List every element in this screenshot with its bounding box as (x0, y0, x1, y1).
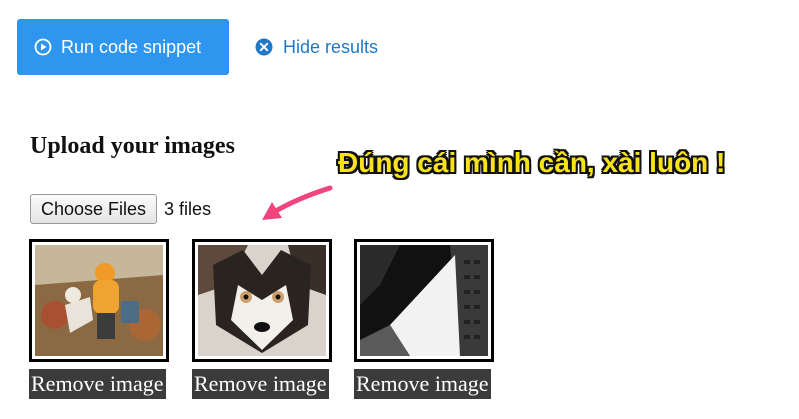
remove-image-button[interactable]: Remove image (354, 369, 491, 399)
close-circle-icon (255, 38, 273, 56)
thumbnail-item: Remove image (354, 239, 494, 399)
thumbnail-image-building (354, 239, 494, 362)
annotation-caption: Đúng cái mình cần, xài luôn ! (338, 147, 726, 178)
thumbnail-item: Remove image (29, 239, 169, 399)
thumbnail-image-child-dog (29, 239, 169, 362)
thumbnail-image-husky (192, 239, 332, 362)
run-code-snippet-button[interactable]: Run code snippet (17, 19, 229, 75)
play-circle-icon (34, 38, 52, 56)
upload-heading: Upload your images (30, 133, 235, 159)
file-count: 3 files (164, 198, 212, 219)
hide-results-label: Hide results (283, 36, 379, 57)
file-input-row: Choose Files 3 files (30, 194, 211, 224)
remove-image-button[interactable]: Remove image (29, 369, 166, 399)
choose-files-button[interactable]: Choose Files (30, 194, 158, 224)
remove-image-button[interactable]: Remove image (192, 369, 329, 399)
run-button-label: Run code snippet (61, 36, 202, 57)
hide-results-link[interactable]: Hide results (255, 36, 378, 58)
annotation-arrow-icon (262, 185, 333, 220)
thumbnail-item: Remove image (192, 239, 332, 399)
